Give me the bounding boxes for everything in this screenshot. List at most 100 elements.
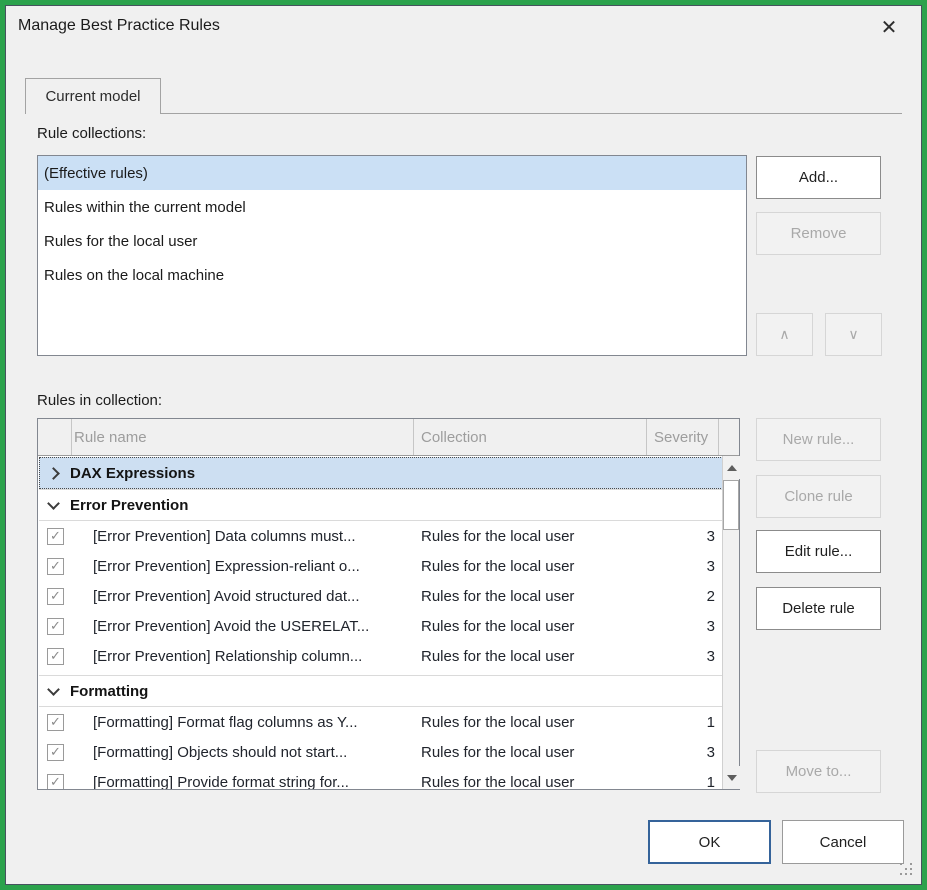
list-item-effective-rules[interactable]: (Effective rules) — [38, 156, 746, 190]
collection-cell: Rules for the local user — [421, 618, 647, 635]
tab-current-model[interactable]: Current model — [25, 78, 161, 114]
collection-cell: Rules for the local user — [421, 588, 647, 605]
table-row[interactable]: ✓ [Error Prevention] Relationship column… — [39, 641, 723, 671]
rule-name-cell: [Error Prevention] Avoid structured dat.… — [93, 588, 421, 605]
checkmark-icon: ✓ — [50, 588, 61, 604]
table-row[interactable]: ✓ [Formatting] Provide format string for… — [39, 767, 723, 790]
column-divider — [413, 419, 414, 455]
resize-grip-icon[interactable] — [900, 863, 913, 876]
rules-in-collection-label: Rules in collection: — [37, 392, 162, 409]
scroll-up-icon — [727, 465, 737, 471]
severity-cell: 2 — [647, 588, 715, 605]
rule-name-cell: [Error Prevention] Expression-reliant o.… — [93, 558, 421, 575]
column-header-rule-name[interactable]: Rule name — [74, 419, 147, 456]
collection-cell: Rules for the local user — [421, 528, 647, 545]
clone-rule-button: Clone rule — [756, 475, 881, 518]
severity-cell: 1 — [647, 714, 715, 731]
column-divider — [71, 419, 72, 455]
rule-name-cell: [Formatting] Format flag columns as Y... — [93, 714, 421, 731]
table-row[interactable]: ✓ [Error Prevention] Expression-reliant … — [39, 551, 723, 581]
rule-checkbox[interactable]: ✓ — [47, 774, 64, 791]
scrollbar-thumb[interactable] — [723, 480, 739, 530]
checkmark-icon: ✓ — [50, 714, 61, 730]
checkmark-icon: ✓ — [50, 744, 61, 760]
rule-checkbox[interactable]: ✓ — [47, 558, 64, 575]
rule-checkbox[interactable]: ✓ — [47, 528, 64, 545]
rule-checkbox[interactable]: ✓ — [47, 648, 64, 665]
severity-cell: 3 — [647, 618, 715, 635]
rule-checkbox[interactable]: ✓ — [47, 714, 64, 731]
column-divider — [718, 419, 719, 455]
edit-rule-button[interactable]: Edit rule... — [756, 530, 881, 573]
rule-name-cell: [Error Prevention] Relationship column..… — [93, 648, 421, 665]
rule-checkbox[interactable]: ✓ — [47, 744, 64, 761]
collection-cell: Rules for the local user — [421, 558, 647, 575]
table-header: Rule name Collection Severity — [38, 419, 739, 456]
new-rule-button: New rule... — [756, 418, 881, 461]
rule-name-cell: [Formatting] Objects should not start... — [93, 744, 421, 761]
dialog-title: Manage Best Practice Rules — [18, 17, 220, 35]
scroll-up-button[interactable] — [723, 456, 740, 479]
cancel-button[interactable]: Cancel — [782, 820, 904, 864]
tab-label: Current model — [45, 88, 140, 105]
table-row[interactable]: ✓ [Formatting] Format flag columns as Y.… — [39, 707, 723, 737]
checkmark-icon: ✓ — [50, 558, 61, 574]
rules-table: Rule name Collection Severity DAX Expres… — [37, 418, 740, 790]
checkmark-icon: ✓ — [50, 648, 61, 664]
chevron-down-icon — [47, 683, 60, 696]
rule-name-cell: [Error Prevention] Avoid the USERELAT... — [93, 618, 421, 635]
severity-cell: 3 — [647, 744, 715, 761]
list-item-local-user-rules[interactable]: Rules for the local user — [38, 224, 746, 258]
scroll-down-button[interactable] — [723, 766, 740, 789]
table-row[interactable]: ✓ [Error Prevention] Avoid structured da… — [39, 581, 723, 611]
checkmark-icon: ✓ — [50, 528, 61, 544]
collection-cell: Rules for the local user — [421, 774, 647, 791]
collection-cell: Rules for the local user — [421, 648, 647, 665]
add-button[interactable]: Add... — [756, 156, 881, 199]
group-row-formatting[interactable]: Formatting — [39, 675, 723, 707]
checkmark-icon: ✓ — [50, 774, 61, 790]
remove-button: Remove — [756, 212, 881, 255]
collection-cell: Rules for the local user — [421, 744, 647, 761]
close-icon: ✕ — [881, 15, 898, 40]
scroll-down-icon — [727, 775, 737, 781]
table-body: DAX Expressions Error Prevention ✓ [Erro… — [39, 457, 723, 790]
severity-cell: 1 — [647, 774, 715, 791]
severity-cell: 3 — [647, 528, 715, 545]
table-scrollbar[interactable] — [722, 456, 739, 789]
list-item-current-model-rules[interactable]: Rules within the current model — [38, 190, 746, 224]
move-down-button: ∨ — [825, 313, 882, 356]
chevron-right-icon — [47, 467, 60, 480]
group-label: Error Prevention — [70, 497, 188, 514]
group-row-dax-expressions[interactable]: DAX Expressions — [39, 457, 723, 489]
manage-best-practice-rules-dialog: Manage Best Practice Rules ✕ Current mod… — [0, 0, 927, 890]
column-header-severity[interactable]: Severity — [654, 419, 708, 456]
chevron-down-icon — [47, 497, 60, 510]
rule-name-cell: [Error Prevention] Data columns must... — [93, 528, 421, 545]
move-to-button: Move to... — [756, 750, 881, 793]
checkmark-icon: ✓ — [50, 618, 61, 634]
severity-cell: 3 — [647, 648, 715, 665]
table-row[interactable]: ✓ [Error Prevention] Data columns must..… — [39, 521, 723, 551]
table-row[interactable]: ✓ [Formatting] Objects should not start.… — [39, 737, 723, 767]
ok-button[interactable]: OK — [648, 820, 771, 864]
chevron-down-icon: ∨ — [848, 326, 858, 343]
rule-checkbox[interactable]: ✓ — [47, 588, 64, 605]
column-divider — [646, 419, 647, 455]
rule-collections-label: Rule collections: — [37, 125, 146, 142]
group-label: Formatting — [70, 683, 148, 700]
delete-rule-button[interactable]: Delete rule — [756, 587, 881, 630]
list-item-local-machine-rules[interactable]: Rules on the local machine — [38, 258, 746, 292]
close-button[interactable]: ✕ — [873, 12, 905, 42]
severity-cell: 3 — [647, 558, 715, 575]
rule-collections-listbox: (Effective rules) Rules within the curre… — [37, 155, 747, 356]
group-row-error-prevention[interactable]: Error Prevention — [39, 489, 723, 521]
move-up-button: ∧ — [756, 313, 813, 356]
column-header-collection[interactable]: Collection — [421, 419, 487, 456]
group-label: DAX Expressions — [70, 465, 195, 482]
chevron-up-icon: ∧ — [779, 326, 789, 343]
rule-checkbox[interactable]: ✓ — [47, 618, 64, 635]
table-row[interactable]: ✓ [Error Prevention] Avoid the USERELAT.… — [39, 611, 723, 641]
collection-cell: Rules for the local user — [421, 714, 647, 731]
rule-name-cell: [Formatting] Provide format string for..… — [93, 774, 421, 791]
